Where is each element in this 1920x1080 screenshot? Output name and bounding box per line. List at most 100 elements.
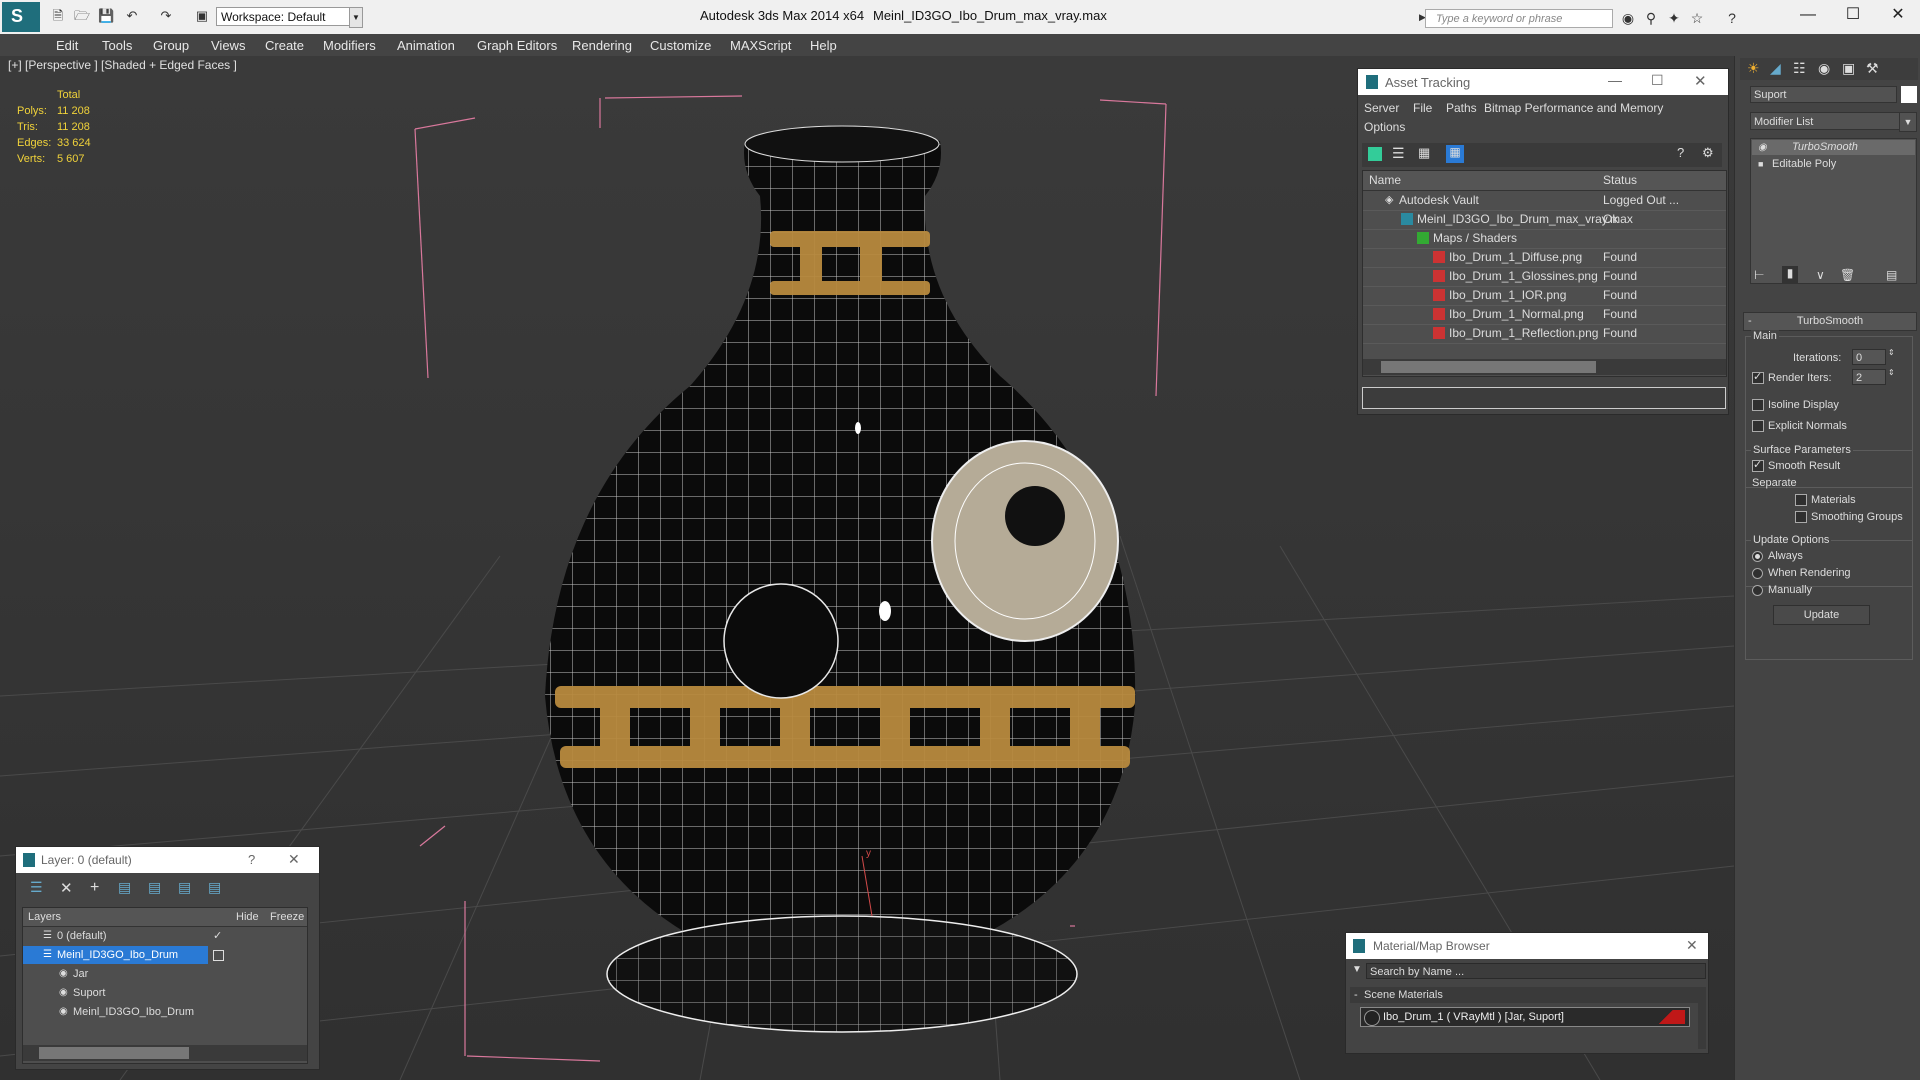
maximize-icon[interactable]: ☐ <box>1651 72 1664 89</box>
manually-radio[interactable] <box>1752 585 1763 596</box>
minimize-icon[interactable]: — <box>1788 4 1828 26</box>
layer-titlebar[interactable]: Layer: 0 (default) ? ✕ <box>16 847 319 873</box>
set-current-box[interactable] <box>213 950 224 961</box>
subscription-icon[interactable]: ⚲ <box>1641 9 1661 27</box>
collapse-icon[interactable]: - <box>1748 313 1752 330</box>
column-hide[interactable]: Hide <box>236 908 259 926</box>
help-icon[interactable]: ? <box>1722 9 1742 27</box>
refresh-icon[interactable] <box>1368 147 1382 161</box>
menu-modifiers[interactable]: Modifiers <box>323 38 376 53</box>
table-row[interactable]: Ibo_Drum_1_Glossines.png Found <box>1363 267 1726 287</box>
table-row[interactable]: Meinl_ID3GO_Ibo_Drum_max_vray.max Ok <box>1363 210 1726 230</box>
stack-item-editable-poly[interactable]: ■ Editable Poly <box>1752 157 1915 172</box>
maximize-icon[interactable]: ☐ <box>1833 4 1873 26</box>
column-status[interactable]: Status <box>1603 171 1637 190</box>
menu-edit[interactable]: Edit <box>56 38 78 53</box>
menu-customize[interactable]: Customize <box>650 38 711 53</box>
redo-icon[interactable]: ↷ <box>158 8 174 24</box>
freeze-all-layers-icon[interactable]: ▤ <box>208 879 221 896</box>
scrollbar-thumb[interactable] <box>39 1047 189 1059</box>
current-layer-check-icon[interactable]: ✓ <box>213 927 222 945</box>
app-logo-icon[interactable]: S <box>2 2 40 32</box>
spinner-arrows-icon[interactable]: ⇕ <box>1888 368 1895 377</box>
list-view-icon[interactable]: ☰ <box>1392 145 1405 162</box>
create-tab-icon[interactable]: ☀ <box>1747 60 1760 77</box>
collapse-icon[interactable]: - <box>1354 987 1358 1003</box>
object-color-swatch[interactable] <box>1901 86 1917 103</box>
binoculars-icon[interactable]: ◉ <box>1618 9 1638 27</box>
new-file-icon[interactable]: 🗎 <box>50 8 66 24</box>
layer-row[interactable]: ☰ 0 (default) ✓ <box>23 927 307 945</box>
column-freeze[interactable]: Freeze <box>270 908 304 926</box>
table-row[interactable]: Ibo_Drum_1_Normal.png Found <box>1363 305 1726 325</box>
materials-checkbox[interactable] <box>1795 494 1807 506</box>
favorites-star-icon[interactable]: ☆ <box>1687 9 1707 27</box>
make-unique-icon[interactable]: ∨ <box>1816 268 1825 282</box>
update-button[interactable]: Update <box>1773 605 1870 625</box>
hierarchy-tab-icon[interactable]: ☷ <box>1793 60 1806 77</box>
smooth-result-checkbox[interactable]: ✓ <box>1752 459 1764 472</box>
asset-menu-options[interactable]: Options <box>1364 120 1405 134</box>
column-name[interactable]: Name <box>1369 171 1401 190</box>
menu-graph-editors[interactable]: Graph Editors <box>477 38 557 53</box>
chevron-down-icon[interactable]: ▼ <box>349 7 363 28</box>
explicit-normals-checkbox[interactable] <box>1752 420 1764 432</box>
browser-options-icon[interactable]: ▼ <box>1352 964 1362 975</box>
spinner-arrows-icon[interactable]: ⇕ <box>1888 348 1895 357</box>
viewport-label[interactable]: [+] [Perspective ] [Shaded + Edged Faces… <box>8 58 237 72</box>
close-icon[interactable]: ✕ <box>1694 72 1707 90</box>
expand-icon[interactable]: ■ <box>1758 157 1763 172</box>
rollout-header[interactable]: - TurboSmooth <box>1743 312 1917 331</box>
asset-menu-server[interactable]: Server <box>1364 101 1399 115</box>
chevron-down-icon[interactable]: ▼ <box>1899 112 1917 132</box>
table-row[interactable]: Ibo_Drum_1_Reflection.png Found <box>1363 324 1726 344</box>
show-end-result-icon[interactable]: ▮ <box>1782 266 1798 284</box>
menu-create[interactable]: Create <box>265 38 304 53</box>
motion-tab-icon[interactable]: ◉ <box>1818 60 1830 77</box>
render-iters-checkbox[interactable]: ✓ <box>1752 371 1764 384</box>
table-row[interactable]: ◈ Autodesk Vault Logged Out ... <box>1363 191 1726 211</box>
delete-layer-icon[interactable]: ✕ <box>60 879 73 897</box>
material-search-input[interactable]: Search by Name ... <box>1366 963 1706 979</box>
configure-sets-icon[interactable]: ▤ <box>1886 268 1897 282</box>
modify-tab-icon[interactable]: ◢ <box>1770 60 1781 77</box>
asset-menu-file[interactable]: File <box>1413 101 1432 115</box>
close-icon[interactable]: ✕ <box>1686 937 1698 954</box>
pin-stack-icon[interactable]: ⊢ <box>1754 268 1764 282</box>
add-to-layer-icon[interactable]: + <box>90 879 99 897</box>
drum-model[interactable] <box>545 125 1136 1033</box>
vertical-scrollbar[interactable] <box>1698 987 1706 1049</box>
close-icon[interactable]: ✕ <box>1878 4 1918 26</box>
menu-group[interactable]: Group <box>153 38 189 53</box>
asset-tracking-titlebar[interactable]: Asset Tracking — ☐ ✕ <box>1358 69 1728 95</box>
utilities-tab-icon[interactable]: ⚒ <box>1866 60 1879 77</box>
undo-icon[interactable]: ↶ <box>124 8 140 24</box>
menu-rendering[interactable]: Rendering <box>572 38 632 53</box>
layer-row-selected[interactable]: ☰ Meinl_ID3GO_Ibo_Drum <box>23 946 208 964</box>
column-layers[interactable]: Layers <box>28 908 61 926</box>
menu-tools[interactable]: Tools <box>102 38 132 53</box>
layer-row[interactable]: ◉ Jar <box>23 965 307 983</box>
asset-path-field[interactable] <box>1362 387 1726 409</box>
horizontal-scrollbar[interactable] <box>23 1045 307 1061</box>
close-icon[interactable]: ✕ <box>288 851 300 868</box>
menu-animation[interactable]: Animation <box>397 38 455 53</box>
table-row[interactable]: Ibo_Drum_1_Diffuse.png Found <box>1363 248 1726 268</box>
help-icon[interactable]: ? <box>248 852 255 867</box>
material-browser-titlebar[interactable]: Material/Map Browser ✕ <box>1346 933 1708 959</box>
communication-icon[interactable]: ✦ <box>1664 9 1684 27</box>
remove-modifier-icon[interactable]: 🗑 <box>1840 268 1855 282</box>
table-view-icon[interactable]: ▦ <box>1446 145 1464 163</box>
scene-materials-section[interactable]: - Scene Materials <box>1350 987 1700 1003</box>
open-file-icon[interactable]: 🗁 <box>74 8 90 24</box>
menu-help[interactable]: Help <box>810 38 837 53</box>
settings-icon[interactable]: ⚙ <box>1702 145 1714 161</box>
always-radio[interactable] <box>1752 551 1763 562</box>
asset-menu-bitmap[interactable]: Bitmap Performance and Memory <box>1484 101 1663 115</box>
stack-item-turbosmooth[interactable]: ◉ TurboSmooth <box>1752 140 1915 155</box>
iterations-spinner[interactable]: 0 <box>1852 349 1886 365</box>
isoline-display-checkbox[interactable] <box>1752 399 1764 411</box>
horizontal-scrollbar[interactable] <box>1363 359 1726 375</box>
project-folder-icon[interactable]: ▣ <box>194 8 210 24</box>
create-layer-icon[interactable]: ☰ <box>30 879 43 896</box>
